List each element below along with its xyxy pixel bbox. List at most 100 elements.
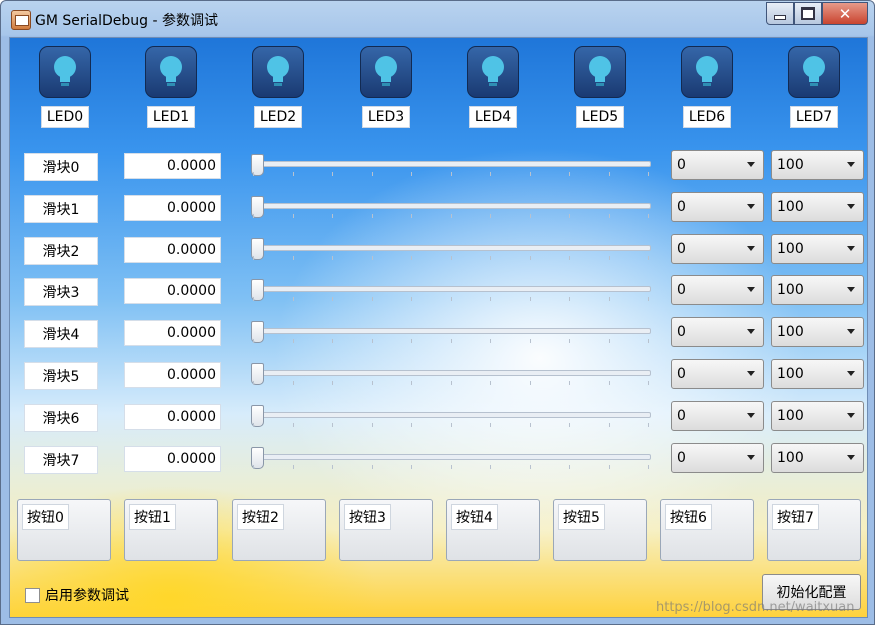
lightbulb-icon — [39, 46, 91, 98]
slider-track[interactable] — [251, 321, 651, 343]
slider-tick — [648, 214, 649, 218]
enable-debug-checkbox[interactable]: 启用参数调试 — [25, 585, 129, 605]
min-select[interactable]: 0 — [671, 275, 764, 305]
slider-track[interactable] — [251, 238, 651, 260]
led-label: LED0 — [40, 106, 90, 128]
min-select[interactable]: 0 — [671, 359, 764, 389]
window-controls: ✕ — [766, 2, 868, 25]
button-6[interactable]: 按钮6 — [660, 499, 754, 561]
max-select[interactable]: 100 — [771, 359, 864, 389]
max-select[interactable]: 100 — [771, 401, 864, 431]
button-4[interactable]: 按钮4 — [446, 499, 540, 561]
min-select[interactable]: 0 — [671, 234, 764, 264]
slider-tick — [608, 256, 610, 260]
close-button[interactable]: ✕ — [822, 2, 868, 25]
button-3[interactable]: 按钮3 — [339, 499, 433, 561]
slider-ticks — [253, 214, 649, 220]
max-select[interactable]: 100 — [771, 192, 864, 222]
slider-tick — [411, 423, 412, 427]
slider-tick — [332, 381, 333, 385]
slider-tick — [371, 339, 373, 343]
slider-tick — [490, 339, 491, 343]
slider-tick — [648, 297, 649, 301]
checkbox-box[interactable] — [25, 587, 40, 603]
slider-value-field[interactable]: 0.0000 — [124, 237, 221, 263]
button-0[interactable]: 按钮0 — [17, 499, 111, 561]
slider-tick — [648, 256, 649, 260]
slider-tick — [450, 465, 452, 469]
slider-tick — [490, 297, 491, 301]
slider-track[interactable] — [251, 279, 651, 301]
slider-tick — [371, 423, 373, 427]
slider-tick — [292, 256, 294, 260]
button-2[interactable]: 按钮2 — [232, 499, 326, 561]
slider-row-5: 滑块5 0.0000 0 100 — [10, 359, 867, 392]
slider-track[interactable] — [251, 447, 651, 469]
slider-tick — [648, 465, 649, 469]
lightbulb-icon — [360, 46, 412, 98]
slider-value-field[interactable]: 0.0000 — [124, 404, 221, 430]
max-select[interactable]: 100 — [771, 443, 864, 473]
led-2: LED2 — [248, 46, 308, 128]
slider-tick — [569, 465, 570, 469]
slider-value-field[interactable]: 0.0000 — [124, 362, 221, 388]
slider-value-field[interactable]: 0.0000 — [124, 153, 221, 179]
led-4: LED4 — [463, 46, 523, 128]
slider-tick — [411, 297, 412, 301]
slider-tick — [411, 465, 412, 469]
button-1[interactable]: 按钮1 — [124, 499, 218, 561]
slider-tick — [490, 256, 491, 260]
slider-label: 滑块4 — [24, 320, 98, 348]
watermark-text: https://blog.csdn.net/waitxuan — [656, 600, 855, 615]
min-select[interactable]: 0 — [671, 443, 764, 473]
min-select[interactable]: 0 — [671, 317, 764, 347]
maximize-button[interactable] — [794, 2, 822, 25]
button-label: 按钮5 — [558, 504, 605, 530]
slider-tick — [450, 172, 452, 176]
button-label: 按钮7 — [772, 504, 819, 530]
slider-ticks — [253, 465, 649, 471]
close-icon: ✕ — [838, 4, 852, 23]
slider-tick — [648, 423, 649, 427]
button-7[interactable]: 按钮7 — [767, 499, 861, 561]
slider-tick — [371, 256, 373, 260]
chevron-down-icon — [847, 246, 855, 251]
slider-tick — [332, 256, 333, 260]
slider-tick — [332, 465, 333, 469]
slider-tick — [253, 381, 254, 385]
slider-track[interactable] — [251, 363, 651, 385]
button-5[interactable]: 按钮5 — [553, 499, 647, 561]
max-select[interactable]: 100 — [771, 317, 864, 347]
title-bar[interactable]: GM SerialDebug - 参数调试 ✕ — [1, 1, 874, 37]
slider-value-field[interactable]: 0.0000 — [124, 195, 221, 221]
min-select[interactable]: 0 — [671, 192, 764, 222]
chevron-down-icon — [847, 371, 855, 376]
slider-value-field[interactable]: 0.0000 — [124, 320, 221, 346]
lightbulb-icon — [681, 46, 733, 98]
lightbulb-icon — [145, 46, 197, 98]
slider-tick — [490, 381, 491, 385]
min-select-value: 0 — [677, 366, 686, 382]
slider-track[interactable] — [251, 154, 651, 176]
min-select[interactable]: 0 — [671, 150, 764, 180]
slider-value-field[interactable]: 0.0000 — [124, 446, 221, 472]
max-select[interactable]: 100 — [771, 150, 864, 180]
min-select[interactable]: 0 — [671, 401, 764, 431]
max-select-value: 100 — [777, 408, 804, 424]
slider-tick — [529, 423, 531, 427]
chevron-down-icon — [747, 371, 755, 376]
slider-value-field[interactable]: 0.0000 — [124, 278, 221, 304]
lightbulb-icon — [574, 46, 626, 98]
max-select[interactable]: 100 — [771, 275, 864, 305]
minimize-button[interactable] — [766, 2, 794, 25]
max-select-value: 100 — [777, 450, 804, 466]
slider-ticks — [253, 339, 649, 345]
max-select[interactable]: 100 — [771, 234, 864, 264]
maximize-icon — [801, 7, 815, 20]
main-panel: LED0 LED1 LED2 LED3 LED4 LED5 LED6 LED7 — [9, 37, 868, 618]
slider-track[interactable] — [251, 196, 651, 218]
slider-tick — [253, 297, 254, 301]
slider-tick — [292, 465, 294, 469]
max-select-value: 100 — [777, 199, 804, 215]
slider-track[interactable] — [251, 405, 651, 427]
